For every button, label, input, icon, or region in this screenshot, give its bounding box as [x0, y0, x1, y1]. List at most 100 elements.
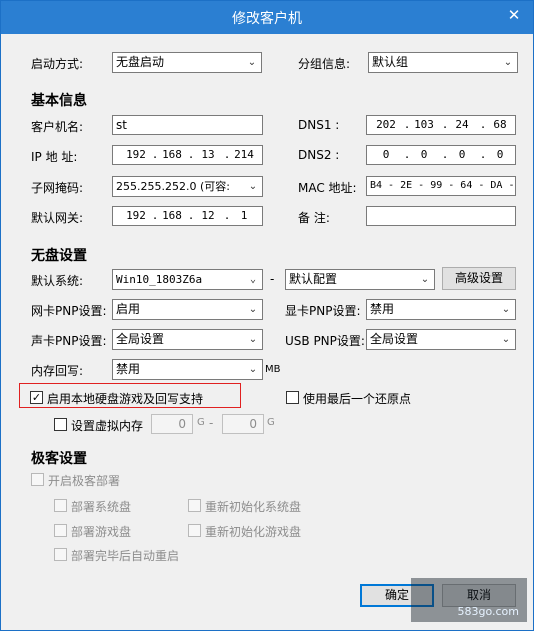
basic-info-heading: 基本信息	[31, 93, 87, 109]
advanced-settings-button[interactable]: 高级设置	[442, 267, 516, 290]
usb-pnp-value: 全局设置	[370, 332, 419, 346]
gateway-field[interactable]: 192 . 168 . 12 . 1	[112, 206, 263, 226]
nic-pnp-select[interactable]: 启用 ⌄	[112, 299, 263, 320]
vm-unit-1: G	[197, 417, 205, 428]
diskless-heading: 无盘设置	[31, 248, 87, 264]
mac-label: MAC 地址:	[298, 181, 357, 195]
subnet-mask-select[interactable]: 255.255.252.0 (可容: ⌄	[112, 176, 263, 197]
usb-pnp-select[interactable]: 全局设置 ⌄	[366, 329, 516, 350]
geek-heading: 极客设置	[31, 451, 87, 467]
geek-enable-label: 开启极客部署	[48, 474, 121, 488]
dns1-field[interactable]: 202 . 103 . 24 . 68	[366, 115, 516, 135]
chevron-down-icon: ⌄	[246, 360, 260, 379]
virtual-memory-checkbox[interactable]	[54, 418, 67, 431]
vm-dash: -	[209, 416, 214, 430]
reinit-game-label: 重新初始化游戏盘	[205, 525, 302, 539]
subnet-mask-label: 子网掩码:	[31, 181, 84, 195]
dns2-label: DNS2 :	[298, 148, 340, 162]
deploy-system-checkbox[interactable]	[54, 499, 67, 512]
gateway-octet-2: 168	[162, 209, 182, 222]
chevron-down-icon: ⌄	[418, 270, 432, 289]
auto-restart-checkbox[interactable]	[54, 548, 67, 561]
nic-pnp-label: 网卡PNP设置:	[31, 304, 107, 318]
gpu-pnp-select[interactable]: 禁用 ⌄	[366, 299, 516, 320]
edit-client-dialog: 修改客户机 ✕ 启动方式: 无盘启动 ⌄ 分组信息: 默认组 ⌄ 基本信息 客户…	[0, 0, 534, 631]
local-disk-checkbox[interactable]: ✓	[30, 391, 43, 404]
ip-octet-3: 13	[201, 148, 215, 161]
mem-writeback-select[interactable]: 禁用 ⌄	[112, 359, 263, 380]
watermark-text: 583go.com	[457, 605, 519, 618]
dns1-label: DNS1 :	[298, 118, 340, 132]
geek-enable-checkbox[interactable]	[31, 473, 44, 486]
ip-octet-1: 192	[126, 148, 146, 161]
default-system-label: 默认系统:	[31, 274, 84, 288]
watermark: 583go.com	[411, 578, 527, 622]
gateway-octet-3: 12	[201, 209, 215, 222]
virtual-memory-label: 设置虚拟内存	[71, 419, 144, 433]
mem-writeback-value: 禁用	[116, 362, 141, 376]
dns2-octet-4: 0	[496, 148, 504, 161]
reinit-system-checkbox[interactable]	[188, 499, 201, 512]
gpu-pnp-value: 禁用	[370, 302, 395, 316]
vm-unit-2: G	[267, 417, 275, 428]
boot-mode-select[interactable]: 无盘启动 ⌄	[112, 52, 262, 73]
boot-mode-value: 无盘启动	[116, 55, 165, 69]
mem-writeback-label: 内存回写:	[31, 364, 84, 378]
boot-mode-label: 启动方式:	[31, 57, 84, 71]
dns2-octet-2: 0	[420, 148, 428, 161]
client-name-label: 客户机名:	[31, 120, 84, 134]
reinit-game-checkbox[interactable]	[188, 524, 201, 537]
group-value: 默认组	[372, 55, 409, 69]
sound-pnp-select[interactable]: 全局设置 ⌄	[112, 329, 263, 350]
auto-restart-label: 部署完毕后自动重启	[71, 549, 180, 563]
vm-max-field[interactable]: 0	[222, 414, 264, 434]
sound-pnp-value: 全局设置	[116, 332, 165, 346]
group-select[interactable]: 默认组 ⌄	[368, 52, 518, 73]
title-bar[interactable]: 修改客户机 ✕	[1, 1, 533, 34]
gateway-label: 默认网关:	[31, 211, 84, 225]
deploy-game-label: 部署游戏盘	[71, 525, 132, 539]
deploy-game-checkbox[interactable]	[54, 524, 67, 537]
usb-pnp-label: USB PNP设置:	[285, 334, 365, 348]
gateway-octet-1: 192	[126, 209, 146, 222]
ip-field[interactable]: 192 . 168 . 13 . 214	[112, 145, 263, 165]
mac-field[interactable]: B4 - 2E - 99 - 64 - DA - CB	[366, 176, 516, 196]
ip-octet-2: 168	[162, 148, 182, 161]
dns1-octet-2: 103	[414, 118, 434, 131]
nic-pnp-value: 启用	[116, 302, 141, 316]
dns1-octet-3: 24	[455, 118, 469, 131]
chevron-down-icon: ⌄	[246, 300, 260, 319]
deploy-system-label: 部署系统盘	[71, 500, 132, 514]
dns2-octet-1: 0	[382, 148, 390, 161]
default-system-select[interactable]: Win10_1803Z6a ⌄	[112, 269, 263, 290]
note-field[interactable]	[366, 206, 516, 226]
group-label: 分组信息:	[298, 57, 351, 71]
last-restore-checkbox[interactable]	[286, 391, 299, 404]
chevron-down-icon: ⌄	[245, 53, 259, 72]
reinit-system-label: 重新初始化系统盘	[205, 500, 302, 514]
close-button[interactable]: ✕	[501, 5, 527, 25]
system-config-dash: -	[270, 272, 275, 286]
dialog-body: 启动方式: 无盘启动 ⌄ 分组信息: 默认组 ⌄ 基本信息 客户机名: st D…	[8, 34, 526, 624]
ip-octet-4: 214	[234, 148, 254, 161]
vm-min-field[interactable]: 0	[151, 414, 193, 434]
chevron-down-icon: ⌄	[501, 53, 515, 72]
gateway-octet-4: 1	[240, 209, 248, 222]
config-select[interactable]: 默认配置 ⌄	[285, 269, 435, 290]
mem-unit-label: MB	[265, 364, 281, 375]
default-system-value: Win10_1803Z6a	[116, 273, 203, 286]
dialog-title: 修改客户机	[232, 11, 302, 27]
chevron-down-icon: ⌄	[246, 270, 260, 289]
local-disk-label: 启用本地硬盘游戏及回写支持	[47, 392, 204, 406]
dns2-field[interactable]: 0 . 0 . 0 . 0	[366, 145, 516, 165]
dns1-octet-4: 68	[493, 118, 507, 131]
chevron-down-icon: ⌄	[499, 300, 513, 319]
subnet-mask-value: 255.255.252.0 (可容:	[116, 180, 230, 193]
dns2-octet-3: 0	[458, 148, 466, 161]
client-name-field[interactable]: st	[112, 115, 263, 135]
config-value: 默认配置	[289, 272, 338, 286]
last-restore-label: 使用最后一个还原点	[303, 392, 412, 406]
gpu-pnp-label: 显卡PNP设置:	[285, 304, 361, 318]
chevron-down-icon: ⌄	[246, 330, 260, 349]
chevron-down-icon: ⌄	[246, 177, 260, 196]
